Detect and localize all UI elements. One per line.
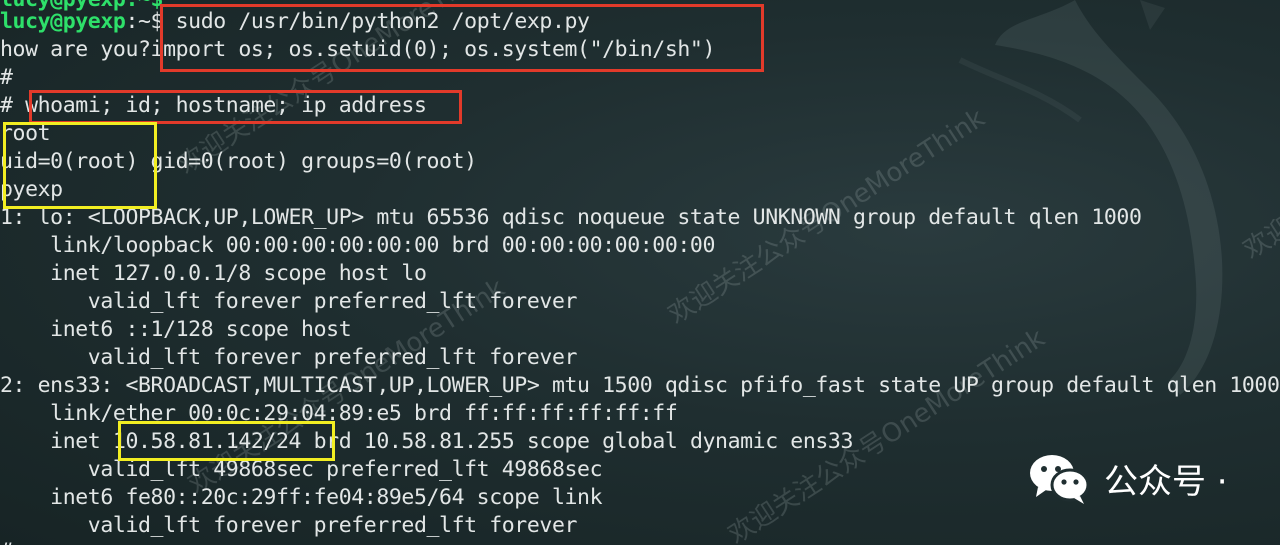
highlight-root-output	[3, 122, 157, 209]
cursor-line[interactable]: #	[0, 538, 13, 545]
ip-output-line: 1: lo: <LOOPBACK,UP,LOWER_UP> mtu 65536 …	[0, 205, 1142, 230]
ip-output-line: valid_lft forever preferred_lft forever	[0, 289, 578, 314]
wechat-icon	[1030, 455, 1090, 504]
ip-output-line: link/ether 00:0c:29:04:89:e5 brd ff:ff:f…	[0, 401, 678, 426]
ip-output-line: inet 127.0.0.1/8 scope host lo	[0, 261, 427, 286]
wechat-label: 公众号 ·	[1104, 461, 1228, 502]
root-prompt: #	[0, 65, 13, 90]
ip-output-line: inet6 fe80::20c:29ff:fe04:89e5/64 scope …	[0, 485, 603, 510]
highlight-sudo-command	[160, 4, 764, 72]
highlight-ip-address	[118, 421, 335, 461]
ip-output-line: link/loopback 00:00:00:00:00:00 brd 00:0…	[0, 233, 716, 258]
highlight-recon-command	[29, 90, 462, 124]
ip-output-line: inet6 ::1/128 scope host	[0, 317, 352, 342]
ip-output-line: valid_lft forever preferred_lft forever	[0, 345, 578, 370]
ip-output-line: valid_lft forever preferred_lft forever	[0, 513, 578, 538]
prompt-path: :~	[125, 9, 151, 34]
wechat-badge: 公众号 ·	[1028, 448, 1228, 508]
ip-output-line: 2: ens33: <BROADCAST,MULTICAST,UP,LOWER_…	[0, 373, 1280, 398]
root-prompt-symbol: #	[0, 93, 26, 118]
input-prompt: how are you?	[0, 37, 151, 62]
terminal-window[interactable]: 欢迎关注公众号OneMoreThink 欢迎关注公众号OneMoreThink …	[0, 0, 1280, 545]
prompt-user: lucy@pyexp	[0, 9, 126, 34]
output-id-rest: gid=0(root) groups=0(root)	[138, 149, 478, 174]
